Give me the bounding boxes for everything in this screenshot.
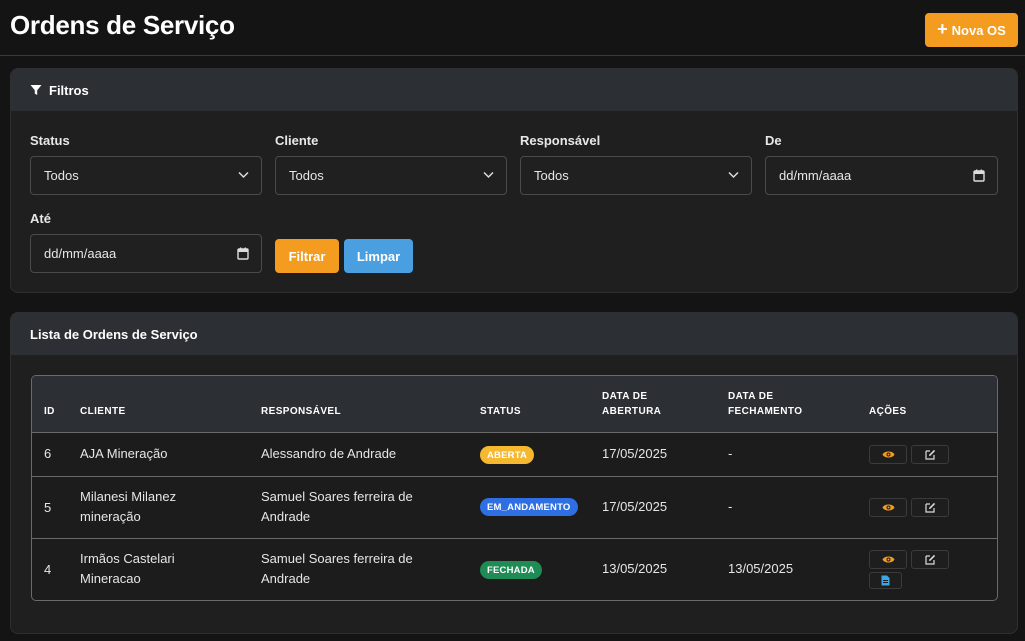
col-id: ID — [44, 406, 55, 417]
cell-fechamento: - — [728, 446, 733, 461]
chevron-down-icon — [728, 171, 739, 179]
table-row: 4 Irmãos Castelari Mineracao Samuel Soar… — [32, 539, 997, 600]
edit-icon — [924, 502, 935, 513]
cell-abertura: 17/05/2025 — [602, 446, 668, 461]
page-header: Ordens de Serviço + Nova OS — [0, 0, 1025, 56]
col-status: STATUS — [480, 406, 521, 417]
document-button[interactable] — [869, 572, 902, 589]
view-button[interactable] — [869, 550, 907, 569]
edit-button[interactable] — [911, 445, 949, 464]
document-icon — [881, 575, 890, 586]
orders-table: ID CLIENTE RESPONSÁVEL STATUS DATA DE AB… — [31, 375, 998, 601]
cell-id: 6 — [44, 446, 52, 461]
col-data-fechamento: DATA DE FECHAMENTO — [728, 389, 802, 419]
cliente-select[interactable]: Todos — [275, 156, 507, 195]
status-select[interactable]: Todos — [30, 156, 262, 195]
filter-icon — [30, 85, 42, 95]
de-date-input[interactable]: dd/mm/aaaa — [765, 156, 998, 195]
col-acoes: AÇÕES — [869, 406, 907, 417]
cell-id: 4 — [44, 562, 52, 577]
cell-responsavel: Samuel Soares ferreira de Andrade — [261, 487, 413, 527]
calendar-icon[interactable] — [973, 169, 985, 182]
cell-responsavel-line1: Samuel Soares ferreira de — [261, 489, 413, 504]
cell-responsavel-line1: Samuel Soares ferreira de — [261, 551, 413, 566]
de-label: De — [765, 133, 782, 148]
de-date-placeholder: dd/mm/aaaa — [779, 168, 852, 183]
ate-date-input[interactable]: dd/mm/aaaa — [30, 234, 262, 273]
col-data-fechamento-line1: DATA DE — [728, 391, 774, 402]
cliente-label: Cliente — [275, 133, 319, 148]
col-data-fechamento-line2: FECHAMENTO — [728, 406, 803, 417]
table-header: ID CLIENTE RESPONSÁVEL STATUS DATA DE AB… — [32, 376, 997, 433]
edit-button[interactable] — [911, 550, 949, 569]
page-title: Ordens de Serviço — [10, 10, 235, 40]
status-badge: FECHADA — [480, 561, 542, 579]
eye-icon — [882, 451, 894, 458]
cell-id: 5 — [44, 500, 52, 515]
list-title: Lista de Ordens de Serviço — [30, 326, 198, 342]
cell-fechamento: 13/05/2025 — [728, 561, 794, 576]
status-badge: ABERTA — [480, 446, 535, 464]
plus-icon: + — [937, 19, 948, 39]
cell-cliente-line2: Mineracao — [80, 571, 141, 586]
filters-card: Filtros Status Todos Cliente Todos Respo… — [10, 68, 1018, 293]
col-responsavel: RESPONSÁVEL — [261, 406, 341, 417]
cell-abertura: 17/05/2025 — [602, 499, 668, 514]
filters-header: Filtros — [11, 69, 1017, 111]
cell-responsavel: Samuel Soares ferreira de Andrade — [261, 549, 413, 589]
status-label: Status — [30, 133, 70, 148]
cell-responsavel-line2: Andrade — [261, 571, 311, 586]
eye-icon — [882, 504, 894, 511]
view-button[interactable] — [869, 498, 907, 517]
cell-cliente: Milanesi Milanez mineração — [80, 487, 176, 527]
col-data-abertura: DATA DE ABERTURA — [602, 389, 661, 419]
cell-cliente-line1: Milanesi Milanez — [80, 489, 177, 504]
table-row: 6 AJA Mineração Alessandro de Andrade AB… — [32, 433, 997, 477]
filter-button[interactable]: Filtrar — [275, 239, 339, 273]
col-data-abertura-line1: DATA DE — [602, 391, 648, 402]
edit-icon — [924, 554, 935, 565]
eye-icon — [882, 556, 894, 563]
list-card: Lista de Ordens de Serviço ID CLIENTE RE… — [10, 312, 1018, 634]
ate-date-placeholder: dd/mm/aaaa — [44, 246, 117, 261]
cell-abertura: 13/05/2025 — [602, 561, 668, 576]
chevron-down-icon — [238, 171, 249, 179]
cell-cliente-line1: Irmãos Castelari — [80, 551, 175, 566]
cell-cliente: AJA Mineração — [80, 446, 168, 461]
cell-responsavel: Alessandro de Andrade — [261, 446, 397, 461]
edit-icon — [924, 449, 935, 460]
table-row: 5 Milanesi Milanez mineração Samuel Soar… — [32, 477, 997, 539]
status-select-value: Todos — [44, 168, 79, 183]
cell-responsavel-line2: Andrade — [261, 509, 311, 524]
responsavel-label: Responsável — [520, 133, 601, 148]
cell-cliente-line2: mineração — [80, 509, 141, 524]
list-header: Lista de Ordens de Serviço — [11, 313, 1017, 355]
responsavel-select-value: Todos — [534, 168, 569, 183]
clear-button[interactable]: Limpar — [344, 239, 413, 273]
edit-button[interactable] — [911, 498, 949, 517]
cell-fechamento: - — [728, 499, 733, 514]
calendar-icon[interactable] — [237, 247, 249, 260]
new-os-button[interactable]: + Nova OS — [925, 13, 1018, 47]
responsavel-select[interactable]: Todos — [520, 156, 752, 195]
view-button[interactable] — [869, 445, 907, 464]
col-cliente: CLIENTE — [80, 406, 126, 417]
cell-cliente: Irmãos Castelari Mineracao — [80, 549, 175, 589]
col-data-abertura-line2: ABERTURA — [602, 406, 662, 417]
ate-label: Até — [30, 211, 51, 226]
chevron-down-icon — [483, 171, 494, 179]
filters-title: Filtros — [49, 82, 89, 98]
new-os-label: Nova OS — [951, 22, 1006, 38]
cliente-select-value: Todos — [289, 168, 324, 183]
status-badge: EM_ANDAMENTO — [480, 498, 578, 516]
